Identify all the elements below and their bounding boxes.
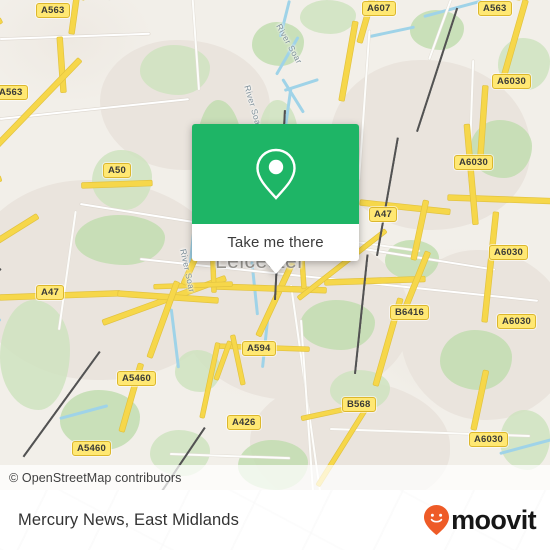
road-shield[interactable]: A563 (478, 1, 512, 16)
moovit-logo[interactable]: moovit (423, 504, 537, 536)
moovit-smiley-pin-icon (424, 505, 450, 535)
green-area (440, 330, 512, 390)
road-shield[interactable]: A6030 (497, 314, 536, 329)
green-area (92, 150, 152, 210)
map-attribution-bar: © OpenStreetMap contributors (0, 465, 550, 490)
road-shield[interactable]: A426 (227, 415, 261, 430)
road-shield[interactable]: B568 (342, 397, 376, 412)
green-area (300, 300, 375, 350)
road-shield[interactable]: A5460 (72, 441, 111, 456)
road-shield[interactable]: A6030 (469, 432, 508, 447)
road-shield[interactable]: A607 (362, 1, 396, 16)
road-shield[interactable]: A594 (242, 341, 276, 356)
map-pin-icon (255, 148, 296, 200)
moovit-wordmark: moovit (451, 504, 537, 535)
take-me-there-label: Take me there (227, 234, 324, 251)
road-shield[interactable]: A6030 (454, 155, 493, 170)
road-shield[interactable]: A563 (36, 3, 70, 18)
green-area (300, 0, 356, 34)
bottom-info-bar: Mercury News, East Midlands moovit (0, 490, 550, 550)
popup-header (192, 124, 359, 224)
road-shield[interactable]: A50 (103, 163, 132, 178)
place-name-label: Mercury News, East Midlands (18, 510, 239, 529)
road-shield[interactable]: A47 (369, 207, 398, 222)
road-shield[interactable]: A5460 (117, 371, 156, 386)
map-canvas[interactable]: Leicester River Soar River Soar River So… (0, 0, 550, 490)
road-shield[interactable]: A563 (0, 85, 28, 100)
road-shield[interactable]: A6030 (492, 74, 531, 89)
take-me-there-button[interactable]: Take me there (192, 224, 359, 261)
road-shield[interactable]: B6416 (390, 305, 429, 320)
destination-popup-card[interactable]: Take me there (192, 124, 359, 274)
osm-attribution-text: © OpenStreetMap contributors (9, 471, 182, 485)
road-shield[interactable]: A6030 (489, 245, 528, 260)
green-area (75, 215, 165, 265)
popup-pointer (264, 261, 287, 274)
map-screen: Leicester River Soar River Soar River So… (0, 0, 550, 550)
green-area (410, 10, 464, 50)
road-shield[interactable]: A47 (36, 285, 65, 300)
